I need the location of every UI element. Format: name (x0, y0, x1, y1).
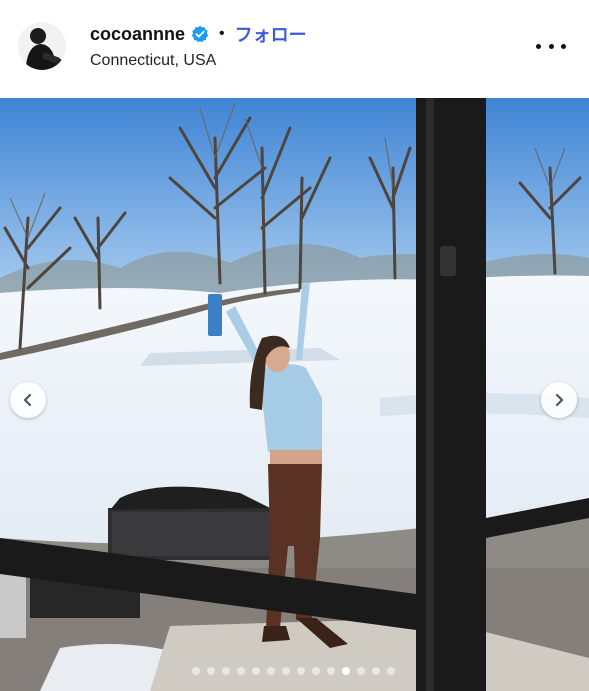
carousel-dot[interactable] (372, 667, 380, 675)
carousel-dot[interactable] (192, 667, 200, 675)
carousel-dot[interactable] (207, 667, 215, 675)
carousel-dot[interactable] (282, 667, 290, 675)
username[interactable]: cocoannne (90, 24, 185, 45)
carousel-dot[interactable] (342, 667, 350, 675)
more-dot (536, 43, 541, 49)
more-dot (548, 43, 554, 49)
carousel-dot[interactable] (357, 667, 365, 675)
chevron-left-icon[interactable] (10, 382, 46, 418)
user-row: cocoannne • フォロー (90, 22, 307, 46)
post-header: cocoannne • フォロー Connecticut, USA (0, 0, 589, 98)
follow-button[interactable]: フォロー (235, 21, 307, 47)
location-link[interactable]: Connecticut, USA (90, 52, 216, 70)
carousel-dot[interactable] (237, 667, 245, 675)
post-photo[interactable] (0, 98, 589, 691)
carousel-dot[interactable] (327, 667, 335, 675)
instagram-post: cocoannne • フォロー Connecticut, USA (0, 0, 589, 691)
separator-dot: • (219, 25, 225, 42)
carousel-dot[interactable] (387, 667, 395, 675)
avatar[interactable] (18, 22, 66, 70)
carousel-dot[interactable] (222, 667, 230, 675)
carousel-dot[interactable] (252, 667, 260, 675)
more-dot (561, 43, 566, 49)
carousel-dot[interactable] (312, 667, 320, 675)
more-options-icon[interactable] (536, 36, 566, 56)
carousel-dot[interactable] (297, 667, 305, 675)
carousel-dot[interactable] (267, 667, 275, 675)
chevron-right-icon[interactable] (541, 382, 577, 418)
verified-badge-icon (191, 25, 209, 43)
carousel-indicator (192, 666, 395, 676)
